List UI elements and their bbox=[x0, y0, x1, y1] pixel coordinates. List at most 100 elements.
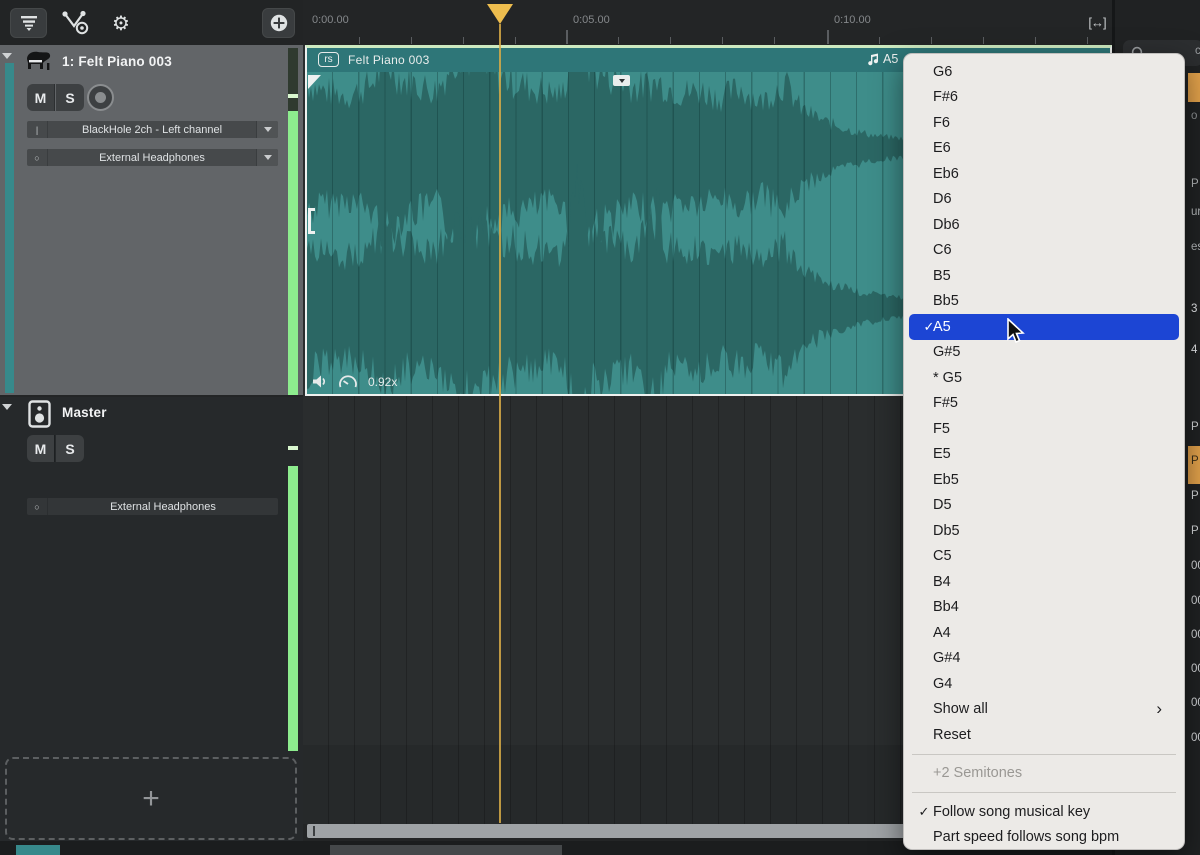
piano-icon bbox=[23, 49, 53, 75]
record-arm-button[interactable] bbox=[87, 84, 114, 111]
overview-segment bbox=[330, 845, 562, 855]
clip-key-label[interactable]: A5 bbox=[867, 52, 898, 66]
collapse-tracks-button[interactable] bbox=[10, 8, 47, 38]
menu-item-label: C6 bbox=[933, 242, 952, 258]
menu-item-label: D6 bbox=[933, 191, 952, 207]
menu-item-note-db6[interactable]: Db6 bbox=[904, 212, 1184, 238]
menu-item-note-eb5[interactable]: Eb5 bbox=[904, 467, 1184, 493]
menu-item-label: A4 bbox=[933, 625, 951, 641]
menu-item-label: C5 bbox=[933, 548, 952, 564]
output-icon: ○ bbox=[27, 149, 48, 166]
clip-volume-icon[interactable] bbox=[313, 375, 328, 388]
menu-item-note-e5[interactable]: E5 bbox=[904, 442, 1184, 468]
menu-item-note-c5[interactable]: C5 bbox=[904, 544, 1184, 570]
browser-list-text-fragment: 3 bbox=[1191, 303, 1197, 315]
menu-item-note-db5[interactable]: Db5 bbox=[904, 518, 1184, 544]
menu-item-note-g5[interactable]: * G5 bbox=[904, 365, 1184, 391]
menu-item-note-d6[interactable]: D6 bbox=[904, 187, 1184, 213]
ruler-minor-tick bbox=[931, 37, 932, 44]
ruler-minor-tick bbox=[774, 37, 775, 44]
master-solo-button[interactable]: S bbox=[56, 435, 84, 462]
daw-application-window: ⚙ 0:00.000:05.000:10.00 1: Felt Piano 00… bbox=[0, 0, 1200, 855]
input-selector[interactable]: | BlackHole 2ch - Left channel bbox=[27, 121, 278, 138]
menu-item-label: Reset bbox=[933, 727, 971, 743]
menu-item-note-c6[interactable]: C6 bbox=[904, 238, 1184, 264]
menu-item-note-b5[interactable]: B5 bbox=[904, 263, 1184, 289]
menu-item-note-eb6[interactable]: Eb6 bbox=[904, 161, 1184, 187]
ruler-minor-tick bbox=[618, 37, 619, 44]
menu-item-label: Part speed follows song bpm bbox=[933, 829, 1119, 845]
chevron-down-icon bbox=[264, 155, 272, 160]
settings-gear-icon[interactable]: ⚙ bbox=[110, 12, 132, 34]
chevron-down-icon bbox=[619, 79, 625, 83]
menu-item-label: Eb6 bbox=[933, 166, 959, 182]
browser-list-text-fragment: 00 bbox=[1191, 697, 1200, 709]
menu-item-note-a4[interactable]: A4 bbox=[904, 620, 1184, 646]
search-text-fragment: ch bbox=[1195, 45, 1200, 57]
menu-item-reset[interactable]: Reset bbox=[904, 722, 1184, 748]
menu-item-note-g6[interactable]: G6 bbox=[904, 59, 1184, 85]
browser-list-text-fragment: 4 bbox=[1191, 344, 1197, 356]
menu-item-note-f6[interactable]: F6 bbox=[904, 110, 1184, 136]
menu-item-note-g4[interactable]: G4 bbox=[904, 671, 1184, 697]
ruler-time-label: 0:00.00 bbox=[312, 14, 349, 26]
track-title[interactable]: 1: Felt Piano 003 bbox=[62, 54, 172, 69]
timeline-ruler[interactable]: 0:00.000:05.000:10.00 bbox=[303, 0, 1112, 45]
speed-gauge-icon[interactable] bbox=[338, 374, 358, 389]
clip-options-button[interactable] bbox=[613, 75, 630, 86]
master-mute-button[interactable]: M bbox=[27, 435, 55, 462]
menu-item-note-g#4[interactable]: G#4 bbox=[904, 646, 1184, 672]
menu-item-label: E5 bbox=[933, 446, 951, 462]
mute-button[interactable]: M bbox=[27, 84, 55, 111]
menu-item-note-bb4[interactable]: Bb4 bbox=[904, 595, 1184, 621]
track-collapse-caret-icon[interactable] bbox=[2, 53, 12, 59]
ruler-minor-tick bbox=[411, 37, 412, 44]
menu-item-follow-song-key[interactable]: ✓Follow song musical key bbox=[904, 799, 1184, 825]
automation-button[interactable] bbox=[60, 10, 94, 36]
menu-item-note-f#5[interactable]: F#5 bbox=[904, 391, 1184, 417]
menu-item-note-e6[interactable]: E6 bbox=[904, 136, 1184, 162]
menu-item-show-all[interactable]: Show all› bbox=[904, 697, 1184, 723]
zoom-to-fit-icon[interactable]: [↔] bbox=[1082, 11, 1112, 33]
scrollbar-handle-tick[interactable] bbox=[313, 826, 315, 836]
checkmark-icon: ✓ bbox=[916, 804, 932, 820]
add-track-button[interactable] bbox=[262, 8, 295, 38]
fade-handle[interactable] bbox=[308, 75, 321, 89]
menu-item-part-speed-follows-bpm[interactable]: Part speed follows song bpm bbox=[904, 825, 1184, 851]
browser-list-text-fragment: ur bbox=[1191, 206, 1200, 218]
master-title[interactable]: Master bbox=[62, 405, 107, 420]
menu-item-note-d5[interactable]: D5 bbox=[904, 493, 1184, 519]
menu-item-note-f#6[interactable]: F#6 bbox=[904, 85, 1184, 111]
record-dot-icon bbox=[95, 92, 106, 103]
add-track-dropzone[interactable]: + bbox=[5, 757, 297, 840]
track-color-strip bbox=[5, 63, 14, 393]
master-collapse-caret-icon[interactable] bbox=[2, 404, 12, 410]
menu-item-note-b4[interactable]: B4 bbox=[904, 569, 1184, 595]
pitch-context-menu: G6 F#6F6E6 Eb6 D6 Db6 C6 B5Bb5✓A5G#5 * G5 F#5F5 E… bbox=[903, 53, 1185, 850]
track-header-panel[interactable]: 1: Felt Piano 003 M S | BlackHole 2ch - … bbox=[0, 45, 303, 395]
menu-item-label: Eb5 bbox=[933, 472, 959, 488]
output-selector[interactable]: ○ External Headphones bbox=[27, 149, 278, 166]
output-value: External Headphones bbox=[48, 152, 256, 164]
master-output-selector[interactable]: ○ External Headphones bbox=[27, 498, 278, 515]
menu-item-note-a5[interactable]: ✓A5 bbox=[909, 314, 1179, 340]
menu-item-note-f5[interactable]: F5 bbox=[904, 416, 1184, 442]
output-chevron[interactable] bbox=[256, 149, 278, 166]
menu-item-label: G6 bbox=[933, 64, 952, 80]
menu-item-note-bb5[interactable]: Bb5 bbox=[904, 289, 1184, 315]
menu-item-note-g#5[interactable]: G#5 bbox=[904, 340, 1184, 366]
clip-speed-value[interactable]: 0.92x bbox=[368, 375, 397, 389]
ruler-major-tick bbox=[827, 30, 829, 44]
ruler-minor-tick bbox=[359, 37, 360, 44]
input-chevron[interactable] bbox=[256, 121, 278, 138]
menu-separator bbox=[912, 754, 1176, 755]
trim-handle[interactable] bbox=[308, 208, 315, 234]
ruler-minor-tick bbox=[722, 37, 723, 44]
playhead-marker[interactable] bbox=[487, 4, 513, 24]
menu-item-label: * G5 bbox=[933, 370, 962, 386]
chevron-down-icon bbox=[264, 127, 272, 132]
master-level-meter bbox=[288, 400, 298, 745]
ruler-minor-tick bbox=[670, 37, 671, 44]
solo-button[interactable]: S bbox=[56, 84, 84, 111]
ruler-minor-tick bbox=[1035, 37, 1036, 44]
